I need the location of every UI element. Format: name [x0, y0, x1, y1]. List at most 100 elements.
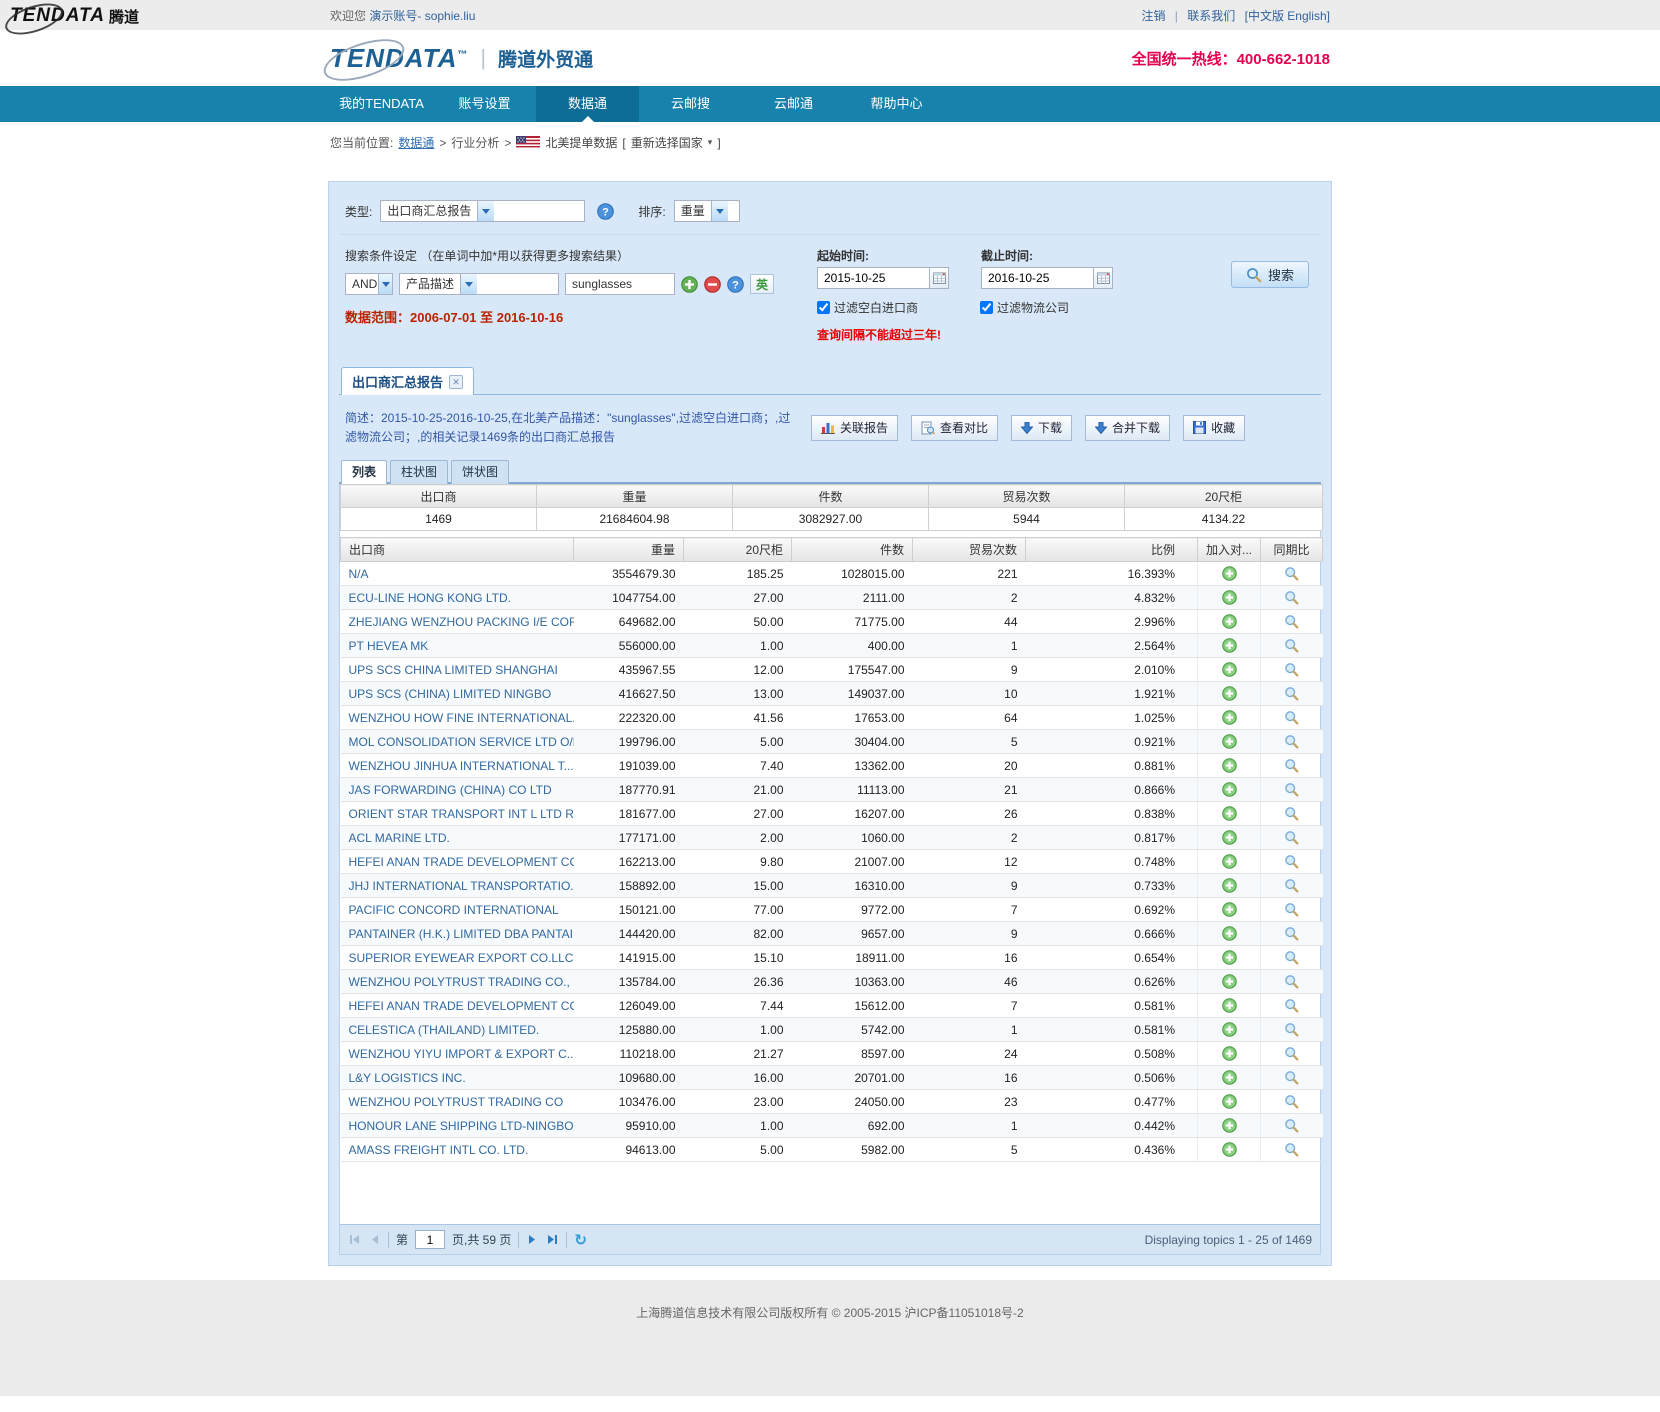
chevron-down-icon[interactable]: ▾	[708, 137, 713, 148]
add-compare-cell[interactable]	[1198, 1090, 1261, 1114]
yoy-compare-cell[interactable]	[1261, 898, 1323, 922]
yoy-compare-cell[interactable]	[1261, 850, 1323, 874]
exporter-link[interactable]: PT HEVEA MK	[349, 639, 429, 653]
add-compare-cell[interactable]	[1198, 706, 1261, 730]
exporter-link[interactable]: HEFEI ANAN TRADE DEVELOPMENT CO...	[349, 855, 574, 869]
report-tab[interactable]: 出口商汇总报告 ✕	[341, 367, 474, 395]
exporter-link[interactable]: CELESTICA (THAILAND) LIMITED.	[349, 1023, 540, 1037]
nav-item-help-center[interactable]: 帮助中心	[845, 86, 948, 122]
breadcrumb-link-data-service[interactable]: 数据通	[398, 134, 434, 151]
exporter-link[interactable]: JAS FORWARDING (CHINA) CO LTD	[349, 783, 552, 797]
yoy-compare-cell[interactable]	[1261, 1042, 1323, 1066]
search-field-select[interactable]: 产品描述	[399, 273, 559, 295]
add-compare-cell[interactable]	[1198, 1018, 1261, 1042]
add-compare-cell[interactable]	[1198, 970, 1261, 994]
yoy-compare-cell[interactable]	[1261, 1066, 1323, 1090]
subtab-pie-chart[interactable]: 饼状图	[451, 460, 509, 484]
dropdown-trigger-icon[interactable]	[460, 274, 477, 294]
yoy-compare-cell[interactable]	[1261, 1090, 1323, 1114]
nav-item-cloud-mail[interactable]: 云邮通	[742, 86, 845, 122]
add-compare-cell[interactable]	[1198, 1042, 1261, 1066]
add-compare-cell[interactable]	[1198, 922, 1261, 946]
end-date-input[interactable]	[981, 267, 1093, 289]
column-header-weight[interactable]: 重量	[574, 538, 684, 562]
add-compare-cell[interactable]	[1198, 682, 1261, 706]
exporter-link[interactable]: AMASS FREIGHT INTL CO. LTD.	[349, 1143, 529, 1157]
add-compare-cell[interactable]	[1198, 634, 1261, 658]
favorite-button[interactable]: 收藏	[1183, 415, 1245, 441]
yoy-compare-cell[interactable]	[1261, 634, 1323, 658]
exporter-link[interactable]: WENZHOU HOW FINE INTERNATIONAL...	[349, 711, 574, 725]
exporter-link[interactable]: JHJ INTERNATIONAL TRANSPORTATIO...	[349, 879, 574, 893]
related-report-button[interactable]: 关联报告	[811, 415, 898, 441]
last-page-icon[interactable]	[546, 1233, 559, 1246]
yoy-compare-cell[interactable]	[1261, 706, 1323, 730]
exporter-link[interactable]: N/A	[349, 567, 369, 581]
dropdown-trigger-icon[interactable]	[711, 201, 728, 221]
add-compare-cell[interactable]	[1198, 562, 1261, 586]
keyword-input[interactable]	[565, 273, 675, 295]
exporter-link[interactable]: PANTAINER (H.K.) LIMITED DBA PANTAI	[349, 927, 573, 941]
next-page-icon[interactable]	[526, 1233, 539, 1246]
report-type-select[interactable]: 出口商汇总报告	[380, 200, 585, 222]
exporter-link[interactable]: ZHEJIANG WENZHOU PACKING I/E CORP.	[349, 615, 574, 629]
add-compare-cell[interactable]	[1198, 826, 1261, 850]
yoy-compare-cell[interactable]	[1261, 586, 1323, 610]
add-compare-cell[interactable]	[1198, 610, 1261, 634]
yoy-compare-cell[interactable]	[1261, 730, 1323, 754]
exporter-link[interactable]: WENZHOU POLYTRUST TRADING CO	[349, 1095, 564, 1109]
subtab-list[interactable]: 列表	[341, 460, 387, 484]
exporter-link[interactable]: WENZHOU JINHUA INTERNATIONAL T...	[349, 759, 574, 773]
first-page-icon[interactable]	[348, 1233, 361, 1246]
add-compare-cell[interactable]	[1198, 802, 1261, 826]
yoy-compare-cell[interactable]	[1261, 610, 1323, 634]
add-condition-icon[interactable]	[681, 276, 698, 293]
calendar-icon[interactable]	[1093, 267, 1113, 289]
yoy-compare-cell[interactable]	[1261, 802, 1323, 826]
yoy-compare-cell[interactable]	[1261, 1138, 1323, 1162]
yoy-compare-cell[interactable]	[1261, 994, 1323, 1018]
add-compare-cell[interactable]	[1198, 898, 1261, 922]
yoy-compare-cell[interactable]	[1261, 778, 1323, 802]
add-compare-cell[interactable]	[1198, 778, 1261, 802]
exporter-link[interactable]: SUPERIOR EYEWEAR EXPORT CO.LLC	[349, 951, 574, 965]
exporter-link[interactable]: ORIENT STAR TRANSPORT INT L LTD RM	[349, 807, 574, 821]
add-compare-cell[interactable]	[1198, 754, 1261, 778]
exporter-link[interactable]: HEFEI ANAN TRADE DEVELOPMENT CO...	[349, 999, 574, 1013]
download-button[interactable]: 下载	[1011, 415, 1072, 441]
yoy-compare-cell[interactable]	[1261, 922, 1323, 946]
nav-item-my-tendata[interactable]: 我的TENDATA	[330, 86, 433, 122]
prev-page-icon[interactable]	[368, 1233, 381, 1246]
view-compare-button[interactable]: 查看对比	[911, 415, 998, 441]
add-compare-cell[interactable]	[1198, 1138, 1261, 1162]
add-compare-cell[interactable]	[1198, 946, 1261, 970]
yoy-compare-cell[interactable]	[1261, 970, 1323, 994]
add-compare-cell[interactable]	[1198, 730, 1261, 754]
yoy-compare-cell[interactable]	[1261, 682, 1323, 706]
add-compare-cell[interactable]	[1198, 874, 1261, 898]
exporter-link[interactable]: ACL MARINE LTD.	[349, 831, 450, 845]
exporter-link[interactable]: ECU-LINE HONG KONG LTD.	[349, 591, 511, 605]
nav-item-account-settings[interactable]: 账号设置	[433, 86, 536, 122]
yoy-compare-cell[interactable]	[1261, 1018, 1323, 1042]
add-compare-cell[interactable]	[1198, 1114, 1261, 1138]
add-compare-cell[interactable]	[1198, 1066, 1261, 1090]
yoy-compare-cell[interactable]	[1261, 826, 1323, 850]
account-link[interactable]: 演示账号- sophie.liu	[369, 9, 475, 23]
exporter-link[interactable]: UPS SCS CHINA LIMITED SHANGHAI	[349, 663, 558, 677]
contact-link[interactable]: 联系我们	[1187, 9, 1235, 23]
exporter-link[interactable]: PACIFIC CONCORD INTERNATIONAL	[349, 903, 559, 917]
exporter-link[interactable]: UPS SCS (CHINA) LIMITED NINGBO	[349, 687, 552, 701]
column-header-teu[interactable]: 20尺柜	[684, 538, 792, 562]
yoy-compare-cell[interactable]	[1261, 874, 1323, 898]
column-header-exporter[interactable]: 出口商	[341, 538, 574, 562]
add-compare-cell[interactable]	[1198, 658, 1261, 682]
sort-select[interactable]: 重量	[674, 200, 740, 222]
page-number-input[interactable]	[415, 1230, 445, 1249]
filter-logistics-checkbox[interactable]: 过滤物流公司	[980, 299, 1069, 316]
add-compare-cell[interactable]	[1198, 994, 1261, 1018]
add-compare-cell[interactable]	[1198, 850, 1261, 874]
yoy-compare-cell[interactable]	[1261, 658, 1323, 682]
exporter-link[interactable]: WENZHOU YIYU IMPORT & EXPORT C...	[349, 1047, 574, 1061]
search-button[interactable]: 搜索	[1231, 261, 1309, 288]
